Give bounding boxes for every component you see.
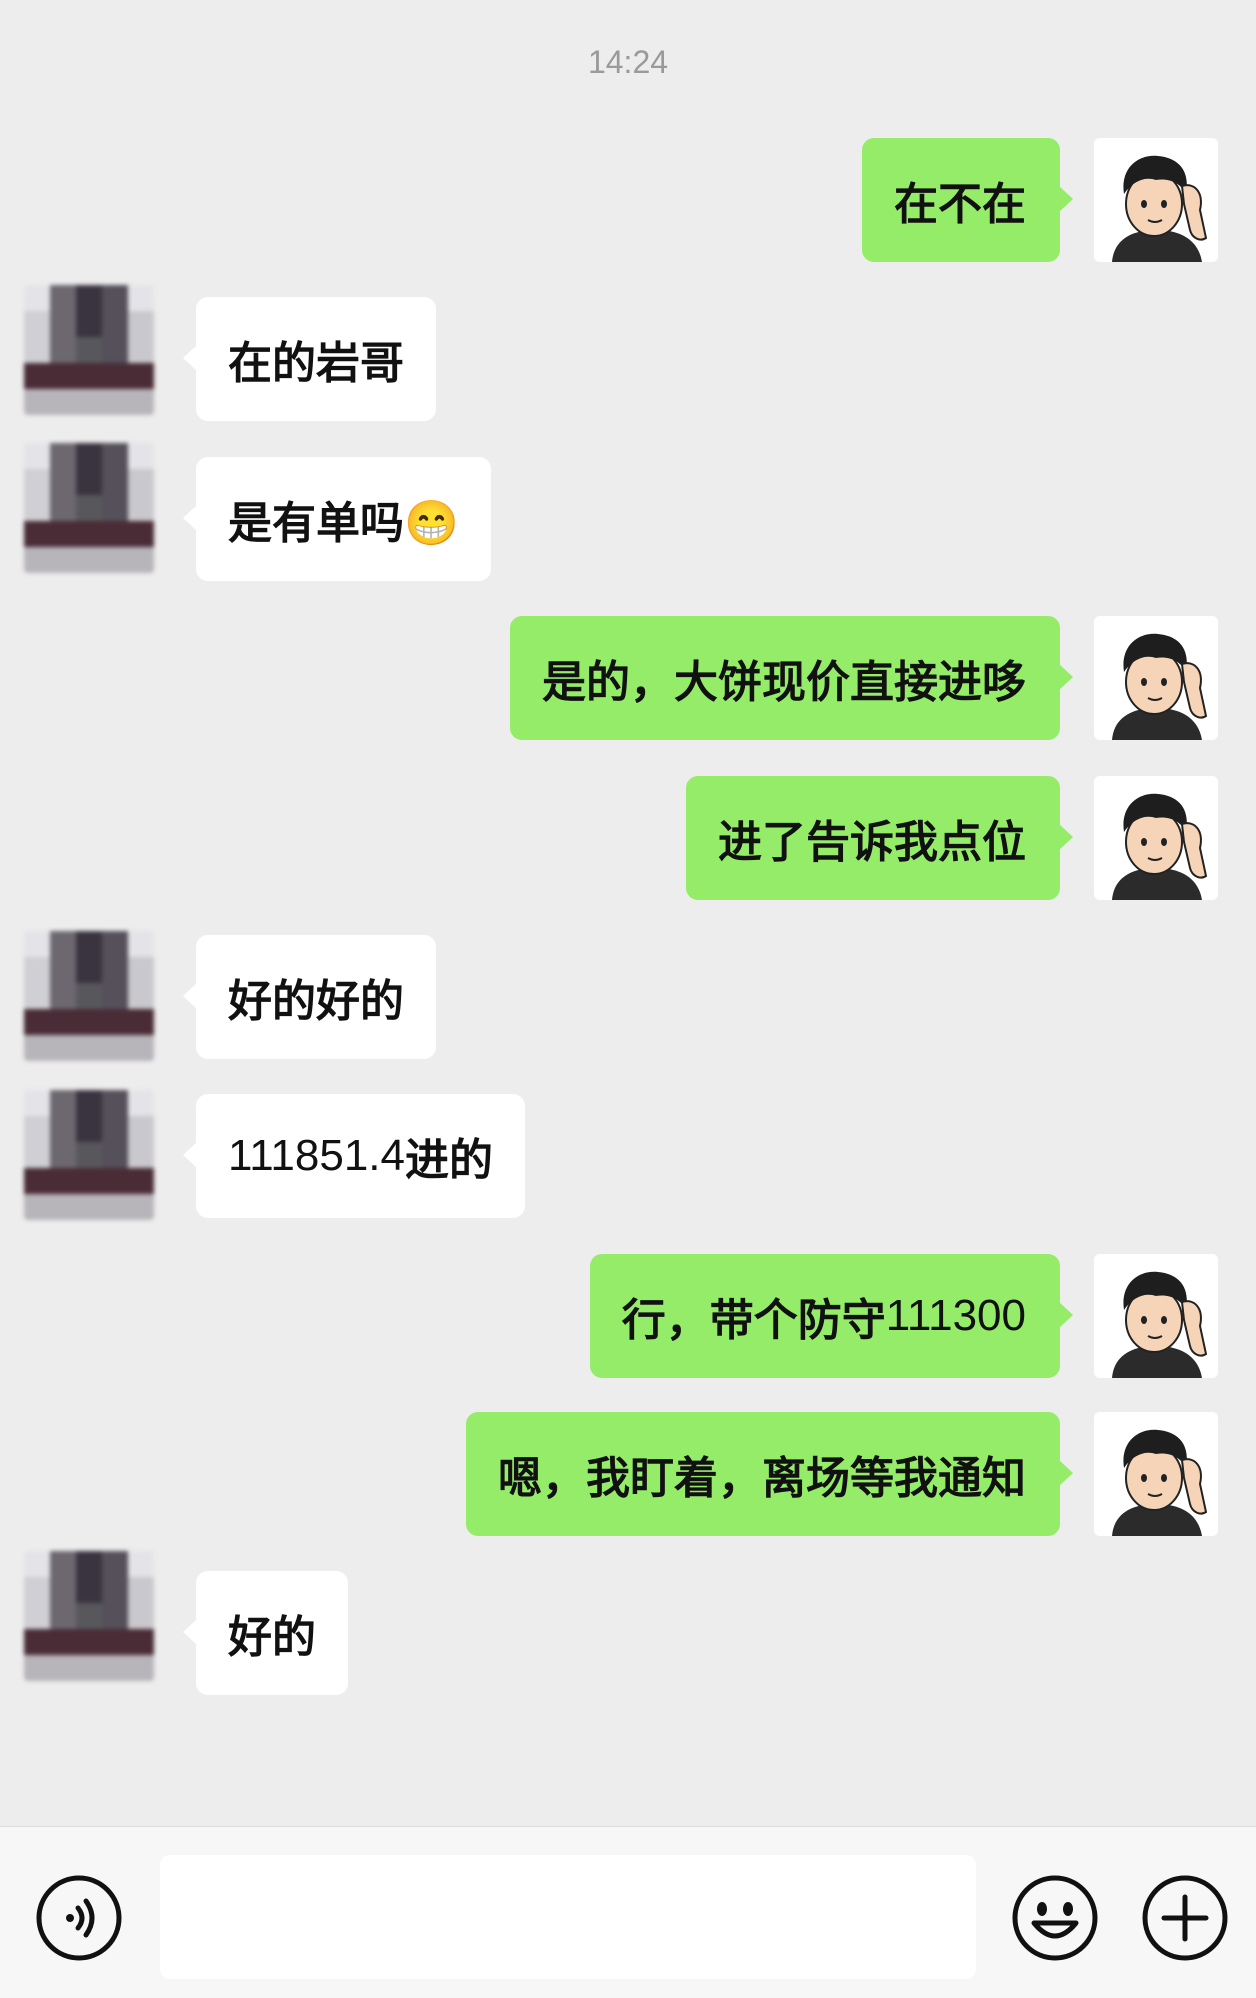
- my-avatar[interactable]: [1094, 1412, 1218, 1536]
- my-avatar[interactable]: [1094, 776, 1218, 900]
- message-row: 好的好的: [0, 931, 1256, 1061]
- message-row: 是的，大饼现价直接进哆: [0, 616, 1256, 740]
- contact-avatar[interactable]: [24, 1551, 154, 1681]
- my-avatar[interactable]: [1094, 616, 1218, 740]
- message-bubble-outgoing[interactable]: 进了告诉我点位: [686, 776, 1073, 900]
- message-bubble-outgoing[interactable]: 嗯，我盯着，离场等我通知: [466, 1412, 1073, 1536]
- message-row: 是有单吗😁: [0, 443, 1256, 581]
- message-bubble-incoming[interactable]: 111851.4 进的: [183, 1094, 525, 1218]
- chat-input-bar: [0, 1826, 1256, 1998]
- contact-avatar[interactable]: [24, 931, 154, 1061]
- contact-avatar[interactable]: [24, 1090, 154, 1220]
- message-row: 嗯，我盯着，离场等我通知: [0, 1412, 1256, 1536]
- my-avatar[interactable]: [1094, 1254, 1218, 1378]
- message-text: 进的: [405, 1135, 493, 1186]
- contact-avatar[interactable]: [24, 285, 154, 415]
- message-bubble-incoming[interactable]: 是有单吗😁: [183, 457, 491, 581]
- message-number: 111851.4: [228, 1131, 405, 1180]
- message-bubble-outgoing[interactable]: 行，带个防守 111300: [589, 1254, 1074, 1378]
- message-row: 进了告诉我点位: [0, 776, 1256, 900]
- my-avatar[interactable]: [1094, 138, 1218, 262]
- message-bubble-incoming[interactable]: 好的好的: [183, 935, 436, 1059]
- message-bubble-outgoing[interactable]: 在不在: [862, 138, 1073, 262]
- message-bubble-incoming[interactable]: 好的: [183, 1571, 348, 1695]
- emoji-icon[interactable]: [1010, 1873, 1100, 1963]
- contact-avatar[interactable]: [24, 443, 154, 573]
- message-text: 嗯，我盯着，离场等我通知: [498, 1453, 1026, 1504]
- message-text: 是有单吗😁: [228, 498, 459, 549]
- voice-icon[interactable]: [34, 1873, 124, 1963]
- message-text: 好的好的: [228, 976, 404, 1027]
- message-row: 在的岩哥: [0, 285, 1256, 421]
- message-text: 好的: [228, 1612, 316, 1663]
- message-text: 进了告诉我点位: [718, 817, 1026, 868]
- message-text: 在不在: [894, 179, 1026, 230]
- message-text: 在的岩哥: [228, 338, 404, 389]
- message-row: 好的: [0, 1551, 1256, 1695]
- message-bubble-incoming[interactable]: 在的岩哥: [183, 297, 436, 421]
- timestamp: 14:24: [587, 44, 669, 80]
- message-row: 111851.4 进的: [0, 1090, 1256, 1220]
- message-text: 行，带个防守: [621, 1295, 886, 1346]
- message-bubble-outgoing[interactable]: 是的，大饼现价直接进哆: [510, 616, 1073, 740]
- message-row: 行，带个防守 111300: [0, 1254, 1256, 1378]
- message-text: 是的，大饼现价直接进哆: [542, 657, 1026, 708]
- message-row: 在不在: [0, 138, 1256, 262]
- plus-icon[interactable]: [1140, 1873, 1230, 1963]
- message-input[interactable]: [160, 1855, 976, 1979]
- message-number: 111300: [885, 1291, 1026, 1340]
